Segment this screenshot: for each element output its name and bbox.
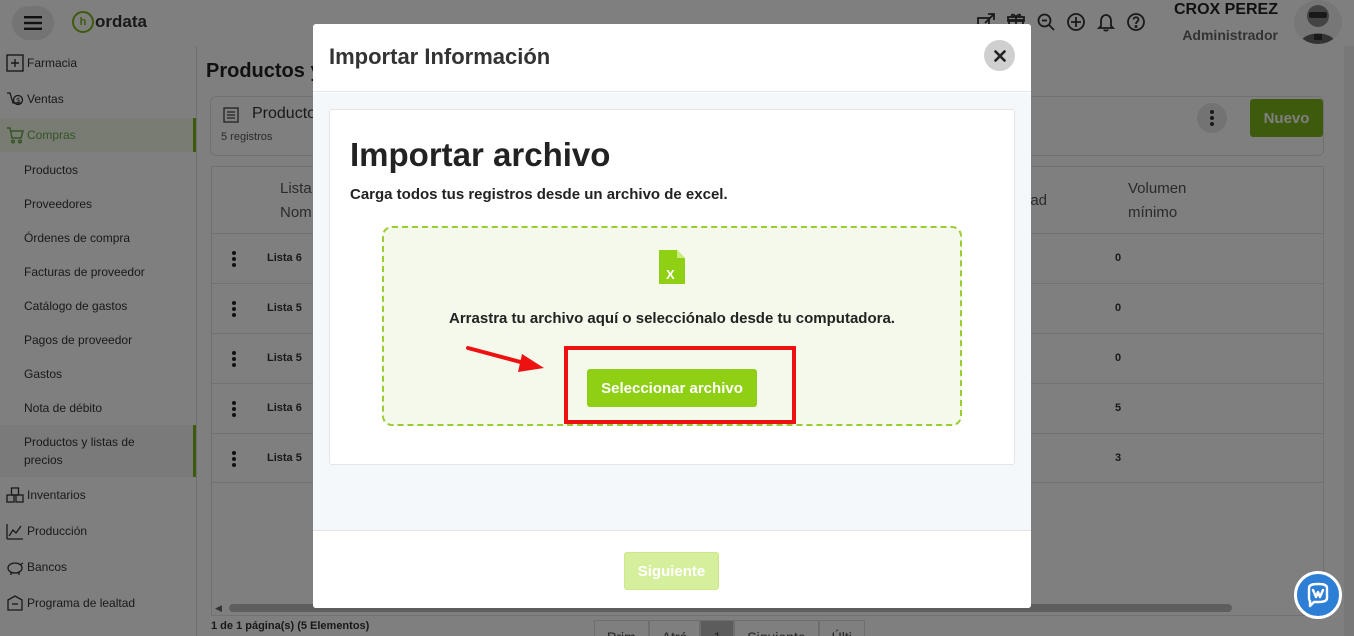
next-button[interactable]: Siguiente (624, 552, 719, 590)
modal-footer: Siguiente (313, 530, 1031, 608)
import-card: Importar archivo Carga todos tus registr… (329, 109, 1015, 465)
import-modal: Importar Información Importar archivo Ca… (313, 24, 1031, 608)
select-file-button[interactable]: Seleccionar archivo (587, 369, 757, 407)
close-icon (993, 49, 1006, 62)
modal-header: Importar Información (313, 24, 1031, 92)
import-subtitle: Carga todos tus registros desde un archi… (350, 186, 728, 203)
excel-file-icon: X (659, 250, 685, 284)
import-title: Importar archivo (350, 136, 611, 173)
modal-body: Importar archivo Carga todos tus registr… (313, 93, 1031, 530)
chat-widget-button[interactable] (1294, 571, 1342, 619)
annotation-arrow-icon (466, 346, 544, 372)
file-dropzone[interactable]: X Arrastra tu archivo aquí o selecciónal… (382, 226, 962, 426)
close-button[interactable] (984, 40, 1015, 71)
dropzone-instructions: Arrastra tu archivo aquí o selecciónalo … (449, 310, 895, 327)
file-icon-letter: X (666, 267, 675, 282)
modal-title: Importar Información (329, 44, 551, 69)
chat-icon (1307, 582, 1329, 608)
